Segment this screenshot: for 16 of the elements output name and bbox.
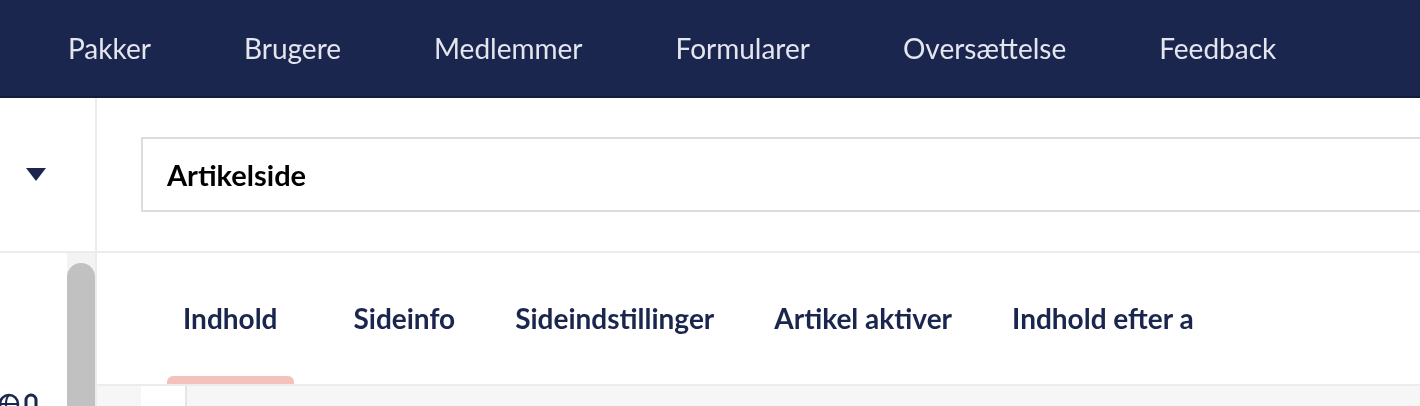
lock-icon <box>22 392 40 406</box>
globe-icon <box>0 392 20 406</box>
nav-link[interactable]: Feedback <box>1159 27 1277 69</box>
nav-link[interactable]: Brugere <box>243 27 342 69</box>
caret-down-icon[interactable] <box>25 167 46 182</box>
nav-link[interactable]: Pakker <box>68 27 151 69</box>
tab[interactable]: Artikel aktiver <box>774 251 953 384</box>
nav-link[interactable]: Formularer <box>675 27 810 69</box>
nav-link[interactable]: Medlemmer <box>434 27 583 69</box>
tab[interactable]: Sideinfo <box>353 251 456 384</box>
tab[interactable]: Indhold efter a <box>1012 251 1194 384</box>
scrollbar-thumb[interactable] <box>67 263 95 406</box>
name-input-field[interactable]: Artikelside <box>141 137 1420 212</box>
nav-link[interactable]: Oversættelse <box>902 27 1067 69</box>
tab[interactable]: Sideindstillinger <box>515 251 715 384</box>
tab[interactable]: Indhold <box>167 251 294 384</box>
